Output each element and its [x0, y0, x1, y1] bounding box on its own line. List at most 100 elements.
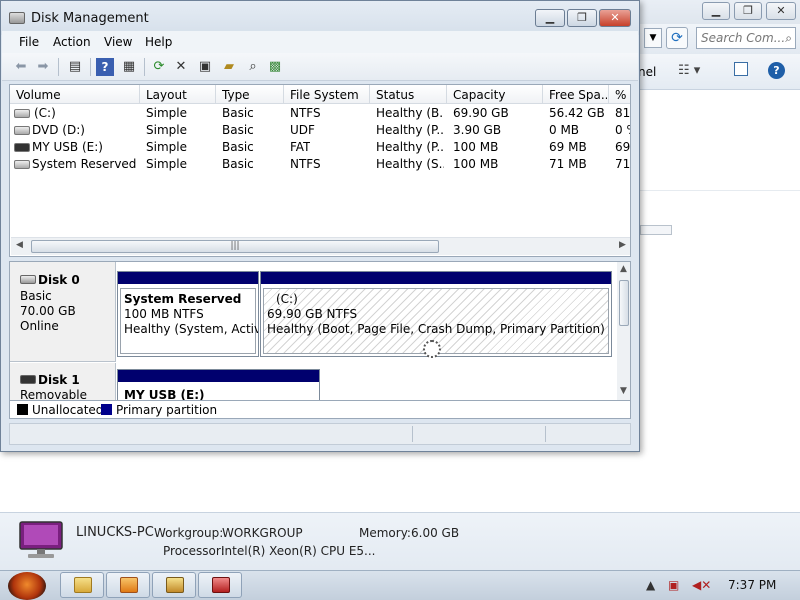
- cell-capacity: 100 MB: [453, 140, 499, 154]
- refresh-icon[interactable]: ⟳: [150, 58, 168, 76]
- memory-label: Memory:: [359, 526, 411, 540]
- cell-volume: (C:): [34, 106, 56, 120]
- scroll-down-icon[interactable]: ▼: [620, 386, 627, 396]
- toolbar-separator: [90, 58, 91, 76]
- column-divider[interactable]: [369, 85, 370, 104]
- scroll-up-icon[interactable]: ▲: [620, 264, 627, 274]
- volume-icon[interactable]: ◀✕: [692, 578, 711, 592]
- column-divider[interactable]: [283, 85, 284, 104]
- menu-view[interactable]: View: [104, 35, 132, 49]
- partition-my-usb[interactable]: MY USB (E:): [117, 369, 320, 400]
- cell-type: Basic: [222, 123, 254, 137]
- help-icon[interactable]: ?: [96, 58, 114, 76]
- toolbar-separator: [58, 58, 59, 76]
- table-row[interactable]: System Reserved Simple Basic NTFS Health…: [10, 156, 631, 173]
- cell-percent-free: 81: [615, 106, 631, 120]
- column-divider[interactable]: [608, 85, 609, 104]
- cell-capacity: 69.90 GB: [453, 106, 509, 120]
- network-icon[interactable]: ▣: [668, 578, 679, 592]
- bg-maximize-button[interactable]: ❐: [734, 2, 762, 20]
- scrollbar-thumb[interactable]: [619, 280, 629, 326]
- partition-fs: 69.90 GB NTFS: [267, 307, 358, 321]
- media-player-icon: [120, 577, 138, 593]
- column-header-file-system[interactable]: File System: [290, 88, 359, 102]
- tools-icon: [166, 577, 184, 593]
- cell-percent-free: 71: [615, 157, 631, 171]
- partition-type-bar: [118, 272, 258, 284]
- column-divider[interactable]: [446, 85, 447, 104]
- refresh-icon[interactable]: ⟳: [666, 27, 688, 49]
- show-hide-console-tree-icon[interactable]: ▤: [66, 58, 84, 76]
- maximize-button[interactable]: ❐: [567, 9, 597, 27]
- back-icon[interactable]: ⬅: [12, 58, 30, 76]
- rescan-disks-icon[interactable]: ▩: [266, 58, 284, 76]
- column-header-type[interactable]: Type: [222, 88, 250, 102]
- menu-file[interactable]: File: [19, 35, 39, 49]
- cell-status: Healthy (S...: [376, 157, 444, 171]
- minimize-button[interactable]: ▁: [535, 9, 565, 27]
- column-divider[interactable]: [542, 85, 543, 104]
- taskbar-tools-button[interactable]: [152, 572, 196, 598]
- table-row[interactable]: MY USB (E:) Simple Basic FAT Healthy (P.…: [10, 139, 631, 156]
- vertical-scrollbar[interactable]: ▲ ▼: [617, 262, 630, 400]
- column-divider[interactable]: [215, 85, 216, 104]
- processor-value: Intel(R) Xeon(R) CPU E5...: [221, 544, 376, 558]
- partition-body: System Reserved 100 MB NTFS Healthy (Sys…: [120, 288, 258, 354]
- close-button[interactable]: ✕: [599, 9, 631, 27]
- menu-help[interactable]: Help: [145, 35, 172, 49]
- properties-icon[interactable]: ▦: [120, 58, 138, 76]
- bg-close-button[interactable]: ✕: [766, 2, 796, 20]
- taskbar-media-button[interactable]: [106, 572, 150, 598]
- taskbar-explorer-button[interactable]: [60, 572, 104, 598]
- menu-bar: File Action View Help: [2, 31, 638, 53]
- forward-icon[interactable]: ➡: [34, 58, 52, 76]
- disk-0-label[interactable]: Disk 0 Basic 70.00 GB Online: [10, 262, 116, 362]
- start-button[interactable]: [8, 572, 46, 600]
- search-input[interactable]: Search Com... ⌕: [696, 27, 796, 49]
- cell-layout: Simple: [146, 140, 187, 154]
- open-folder-icon[interactable]: ▰: [220, 58, 238, 76]
- cell-volume: DVD (D:): [32, 123, 85, 137]
- taskbar-disk-management-button[interactable]: [198, 572, 242, 598]
- window-titlebar[interactable]: Disk Management ▁ ❐ ✕: [1, 1, 639, 35]
- address-dropdown-icon[interactable]: ▼: [644, 28, 662, 48]
- delete-icon[interactable]: ✕: [172, 58, 190, 76]
- divider: [640, 190, 800, 191]
- properties-sheet-icon[interactable]: ▣: [196, 58, 214, 76]
- column-divider[interactable]: [139, 85, 140, 104]
- legend: Unallocated Primary partition: [9, 401, 631, 419]
- disk-map: Disk 0 Basic 70.00 GB Online System Rese…: [9, 261, 631, 401]
- bg-minimize-button[interactable]: ▁: [702, 2, 730, 20]
- scrollbar-thumb[interactable]: |||: [31, 240, 439, 253]
- disk-1-label[interactable]: Disk 1 Removable: [10, 363, 116, 400]
- tray-expand-icon[interactable]: ▲: [646, 578, 655, 592]
- column-header-free-space[interactable]: Free Spa...: [549, 88, 607, 102]
- preview-pane-icon[interactable]: [734, 62, 748, 76]
- partition-name: (C:): [276, 292, 298, 306]
- cell-file-system: UDF: [290, 123, 315, 137]
- cell-percent-free: 69: [615, 140, 631, 154]
- horizontal-scrollbar[interactable]: ◀ ||| ▶: [11, 237, 630, 255]
- search-icon[interactable]: ⌕: [244, 58, 262, 76]
- column-header-volume[interactable]: Volume: [16, 88, 61, 102]
- dvd-drive-icon: [14, 126, 30, 135]
- cell-free-space: 71 MB: [549, 157, 587, 171]
- column-header-capacity[interactable]: Capacity: [453, 88, 505, 102]
- partition-type-bar: [261, 272, 611, 284]
- scroll-left-icon[interactable]: ◀: [16, 240, 23, 250]
- help-icon[interactable]: ?: [768, 62, 785, 79]
- column-header-percent-free[interactable]: % F: [615, 88, 630, 102]
- column-header-layout[interactable]: Layout: [146, 88, 187, 102]
- menu-action[interactable]: Action: [53, 35, 91, 49]
- processor-label: Processor:: [163, 544, 225, 558]
- partition-system-reserved[interactable]: System Reserved 100 MB NTFS Healthy (Sys…: [117, 271, 259, 357]
- table-row[interactable]: DVD (D:) Simple Basic UDF Healthy (P... …: [10, 122, 630, 139]
- legend-swatch-primary: [101, 404, 112, 415]
- table-row[interactable]: (C:) Simple Basic NTFS Healthy (B... 69.…: [10, 105, 631, 122]
- workgroup-label: Workgroup:: [154, 526, 224, 540]
- clock[interactable]: 7:37 PM: [728, 578, 776, 592]
- column-header-status[interactable]: Status: [376, 88, 414, 102]
- scroll-right-icon[interactable]: ▶: [619, 240, 626, 250]
- command-bar-label[interactable]: nel: [638, 65, 656, 79]
- view-options-icon[interactable]: ☷ ▾: [678, 63, 700, 78]
